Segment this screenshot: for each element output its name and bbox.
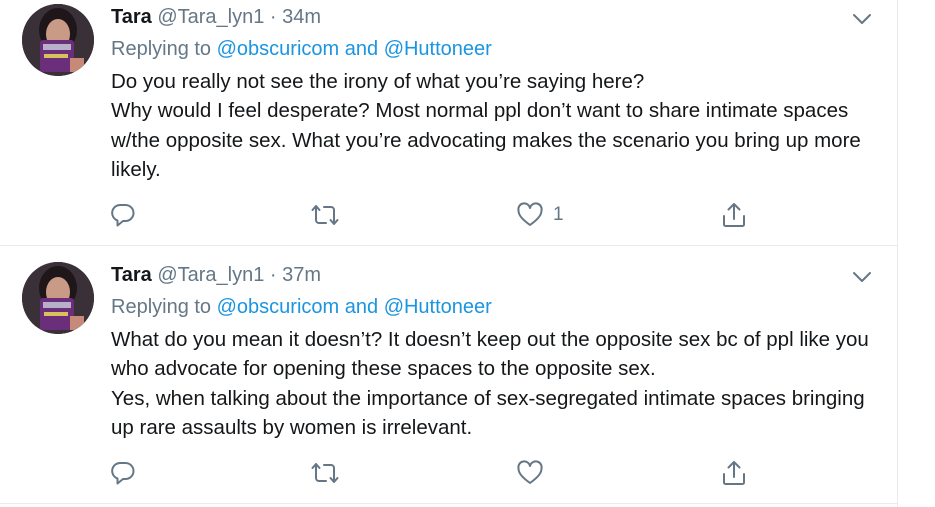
replying-to: Replying to @obscuricom and @Huttoneer <box>111 38 492 61</box>
reply-button[interactable] <box>108 200 138 230</box>
like-button[interactable] <box>515 458 553 488</box>
mention-and[interactable]: and <box>345 38 378 60</box>
tweet-text-line: Yes, when talking about the importance o… <box>111 386 865 439</box>
replying-label: Replying to <box>111 38 212 60</box>
share-button[interactable] <box>719 458 749 488</box>
mention-link[interactable]: @Huttoneer <box>384 38 492 60</box>
avatar-image <box>22 4 94 76</box>
reply-icon <box>111 461 135 485</box>
display-name[interactable]: Tara <box>111 6 152 28</box>
retweet-icon <box>311 205 339 225</box>
avatar[interactable] <box>22 262 94 334</box>
tweet-text-line: Do you really not see the irony of what … <box>111 70 645 93</box>
tweet-text-line: What do you mean it doesn’t? It doesn’t … <box>111 328 869 381</box>
tweet-header: Tara @Tara_lyn1 · 34m <box>111 6 321 29</box>
tweet-actions: 1 <box>108 200 768 230</box>
tweet-text: What do you mean it doesn’t? It doesn’t … <box>111 325 891 442</box>
separator-dot: · <box>269 264 277 286</box>
user-handle[interactable]: @Tara_lyn1 <box>157 264 264 286</box>
tweet-timestamp[interactable]: 34m <box>282 6 321 28</box>
share-button[interactable] <box>719 200 749 230</box>
tweet[interactable]: Tara @Tara_lyn1 · 37m Replying to @obscu… <box>0 258 897 504</box>
avatar-image <box>22 262 94 334</box>
mention-link[interactable]: @Huttoneer <box>384 296 492 318</box>
tweet-feed: Tara @Tara_lyn1 · 34m Replying to @obscu… <box>0 0 898 507</box>
replying-label: Replying to <box>111 296 212 318</box>
retweet-button[interactable] <box>310 458 340 488</box>
display-name[interactable]: Tara <box>111 264 152 286</box>
heart-icon <box>517 460 543 484</box>
separator-dot: · <box>269 6 277 28</box>
mention-link[interactable]: @obscuricom <box>217 296 340 318</box>
replying-to: Replying to @obscuricom and @Huttoneer <box>111 296 492 319</box>
user-handle[interactable]: @Tara_lyn1 <box>157 6 264 28</box>
retweet-button[interactable] <box>310 200 340 230</box>
retweet-icon <box>311 463 339 483</box>
tweet-text: Do you really not see the irony of what … <box>111 67 891 184</box>
share-icon <box>723 203 745 227</box>
mention-and[interactable]: and <box>345 296 378 318</box>
tweet-actions <box>108 458 768 488</box>
tweet-text-line: Why would I feel desperate? Most normal … <box>111 99 861 181</box>
chevron-down-icon[interactable] <box>850 268 874 286</box>
like-count: 1 <box>553 204 564 225</box>
heart-icon <box>517 202 543 226</box>
avatar[interactable] <box>22 4 94 76</box>
tweet[interactable]: Tara @Tara_lyn1 · 34m Replying to @obscu… <box>0 0 897 246</box>
tweet-timestamp[interactable]: 37m <box>282 264 321 286</box>
reply-button[interactable] <box>108 458 138 488</box>
mention-link[interactable]: @obscuricom <box>217 38 340 60</box>
chevron-down-icon[interactable] <box>850 10 874 28</box>
reply-icon <box>111 203 135 227</box>
like-button[interactable]: 1 <box>515 200 564 230</box>
share-icon <box>723 461 745 485</box>
tweet-header: Tara @Tara_lyn1 · 37m <box>111 264 321 287</box>
